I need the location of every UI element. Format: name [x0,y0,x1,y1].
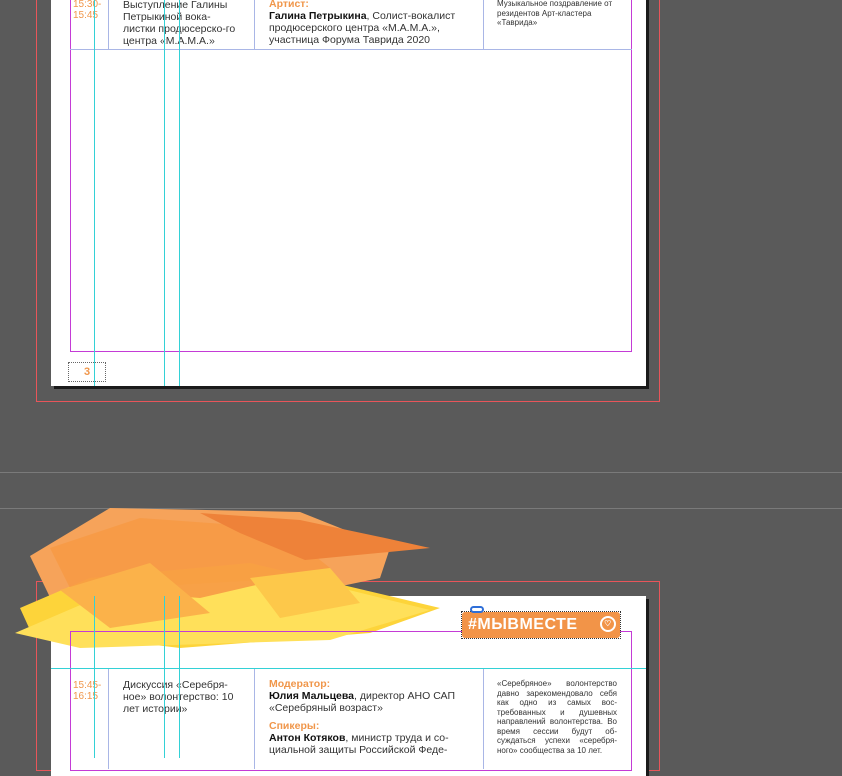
bottom-table-col-border-2 [254,669,255,769]
top-table-col-border-2 [254,0,255,49]
top-table-col-border-1 [108,0,109,49]
bottom-row-time: 15:45- 16:15 [73,680,102,702]
ruler-guide-vertical[interactable] [164,596,165,758]
top-row-note: Музыкальное поздравление от резидентов А… [497,0,613,27]
moderator-role-label: Модератор: [269,678,331,690]
ruler-guide-horizontal[interactable] [51,668,646,669]
bottom-table-col-border-3 [483,669,484,769]
top-table-col-border-3 [483,0,484,49]
ruler-guide-vertical[interactable] [179,0,180,386]
bottom-row-event: Дискуссия «Серебря-ное» волонтерство: 10… [123,679,234,715]
speakers-role-label: Спикеры: [269,720,320,732]
ruler-guide-vertical[interactable] [94,596,95,758]
artist-role-label: Артист: [269,0,309,10]
hashtag-selection-frame [461,611,621,639]
ruler-guide-vertical[interactable] [164,0,165,386]
ruler-guide-vertical[interactable] [94,0,95,386]
top-page-margin-box [70,0,632,352]
top-row-event: Выступление Галины Петрыкиной вока-листк… [123,0,236,47]
bottom-row-note: «Серебряное» волонтерство давно зарекоме… [497,679,617,755]
speaker-name: Антон Котяков [269,732,346,744]
ruler-guide-vertical[interactable] [179,596,180,758]
page-number-frame[interactable]: 3 [68,362,106,382]
spread-separator [0,472,842,473]
bottom-table-col-border-1 [108,669,109,769]
moderator-name: Юлия Мальцева [269,690,355,702]
link-icon[interactable] [470,606,484,613]
bottom-row-people: Модератор: Юлия Мальцева, директор АНО С… [269,678,474,756]
artist-name: Галина Петрыкина [269,10,367,22]
top-row-time: 15:30- 15:45 [73,0,102,21]
top-row-people: Артист: Галина Петрыкина, Солист-вокалис… [269,0,474,46]
top-table-row-border [70,49,632,50]
